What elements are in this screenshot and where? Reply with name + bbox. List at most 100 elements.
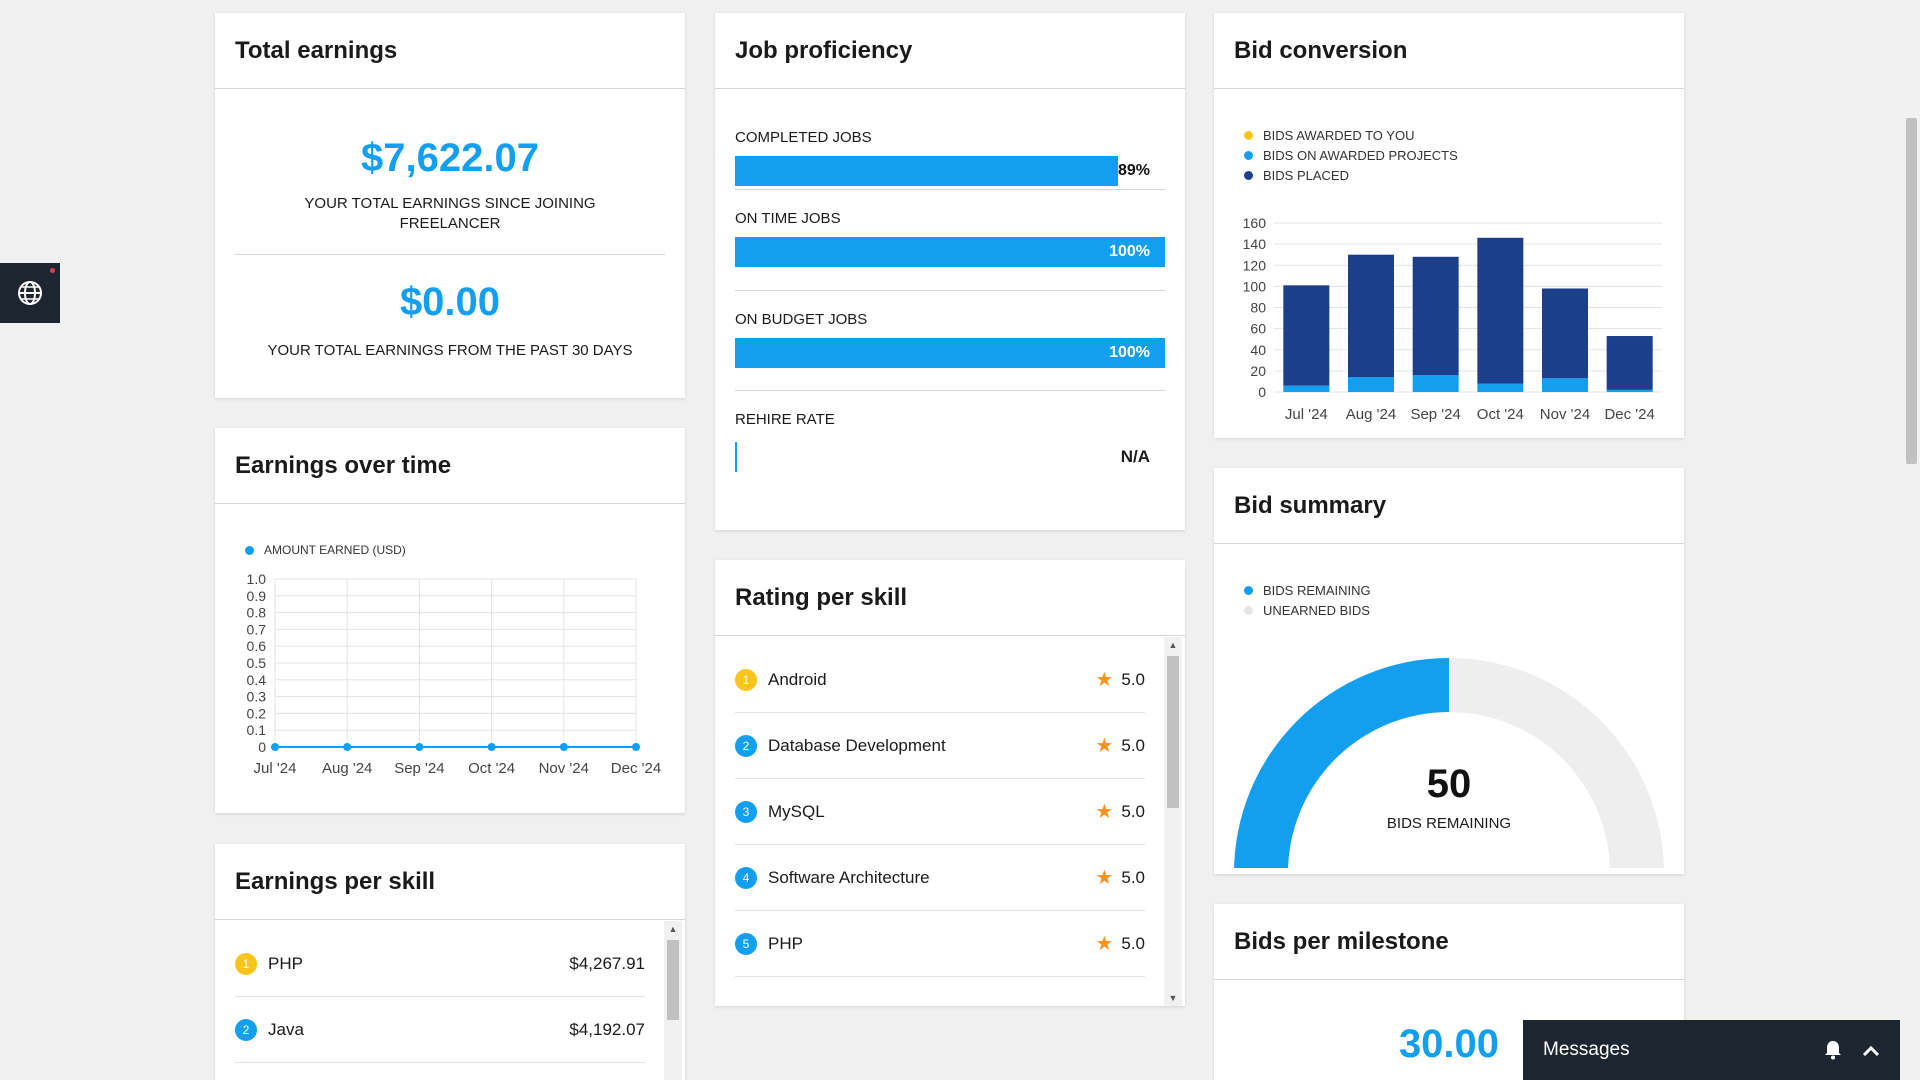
card-header: Earnings per skill [215,844,685,920]
list-scrollbar[interactable]: ▲ [664,921,682,1080]
scroll-down-arrow[interactable]: ▼ [1164,990,1182,1006]
y-tick-label: 0.1 [247,722,267,738]
legend-item: BIDS REMAINING [1244,580,1371,600]
x-tick-label: Aug '24 [322,760,372,777]
scroll-up-arrow[interactable]: ▲ [664,921,682,937]
x-tick-label: Sep '24 [1410,406,1460,423]
y-tick-label: 80 [1250,300,1266,316]
star-icon: ★ [1095,735,1114,757]
bar-segment [1606,389,1653,392]
earnings-per-skill-card: Earnings per skill 1 PHP $4,267.91 2 Jav… [215,844,685,1080]
star-icon: ★ [1095,801,1114,823]
card-title: Bid summary [1234,491,1387,519]
bar-segment [1283,385,1330,392]
card-title: Earnings per skill [235,867,436,895]
legend-marker [245,545,254,555]
bid-summary-card: Bid summary BIDS REMAINING UNEARNED BIDS… [1214,468,1684,874]
data-point [271,743,279,751]
y-tick-label: 0.8 [247,605,267,621]
x-tick-label: Jul '24 [1285,406,1328,423]
rank-badge: 2 [235,1018,257,1041]
globe-icon [16,279,44,307]
list-scrollbar[interactable]: ▲ ▼ [1164,637,1182,1006]
stat-label: ON BUDGET JOBS [735,311,868,328]
bell-icon[interactable] [1824,1040,1842,1060]
x-tick-label: Dec '24 [1604,406,1654,423]
skill-rating: 5.0 [1121,735,1145,755]
stat-label: COMPLETED JOBS [735,129,872,146]
legend-item: BIDS ON AWARDED PROJECTS [1244,145,1458,165]
progress-value: 100% [1109,344,1150,361]
scroll-thumb[interactable] [667,940,679,1020]
y-tick-label: 0.9 [247,588,267,604]
card-header: Job proficiency [715,13,1185,89]
y-tick-label: 20 [1250,363,1266,379]
messages-bar[interactable]: Messages [1523,1020,1900,1080]
earnings-skill-list: 1 PHP $4,267.91 2 Java $4,192.07 [235,931,645,1063]
card-header: Earnings over time [215,428,685,504]
bid-conversion-card: Bid conversion BIDS AWARDED TO YOU BIDS … [1214,13,1684,438]
earnings-over-time-card: Earnings over time AMOUNT EARNED (USD) 0… [215,428,685,813]
page-scroll-thumb[interactable] [1906,118,1917,464]
star-icon: ★ [1095,669,1114,691]
skill-name: Android [768,669,827,689]
page-scrollbar[interactable] [1903,0,1920,1080]
total-earnings-caption: YOUR TOTAL EARNINGS SINCE JOINING FREELA… [215,194,685,234]
scroll-thumb[interactable] [1167,656,1179,808]
y-tick-label: 40 [1250,342,1266,358]
recent-earnings-amount: $0.00 [399,280,501,324]
earnings-line-chart: 00.10.20.30.40.50.60.70.80.91.0 Jul '24 Au… [247,571,662,777]
bar-segment [1412,375,1459,392]
y-tick-label: 0 [1258,384,1266,400]
list-item: 1 Android ★ 5.0 [735,647,1145,713]
x-tick-label: Sep '24 [394,760,444,777]
skill-name: Java [268,1019,304,1039]
total-earnings-amount: $7,622.07 [361,136,539,180]
rank-badge: 5 [735,932,757,955]
list-item: 2 Java $4,192.07 [235,997,645,1063]
legend-label: BIDS PLACED [1263,167,1349,183]
skill-amount: $4,192.07 [569,1019,645,1039]
language-widget[interactable] [0,263,60,323]
legend-marker [1244,130,1253,140]
y-tick-label: 60 [1250,321,1266,337]
card-title: Rating per skill [735,583,908,611]
card-title: Total earnings [235,36,398,64]
skill-amount: $4,267.91 [569,953,645,973]
x-tick-label: Dec '24 [611,760,661,777]
card-title: Bid conversion [1234,36,1408,64]
legend-item: BIDS PLACED [1244,165,1458,185]
x-tick-label: Oct '24 [468,760,515,777]
card-header: Bid conversion [1214,13,1684,89]
skill-rating: 5.0 [1121,801,1145,821]
y-tick-label: 0.4 [247,672,267,688]
y-tick-label: 0.6 [247,638,267,654]
chevron-up-icon[interactable] [1862,1044,1880,1057]
card-title: Job proficiency [735,36,913,64]
chart-legend: BIDS AWARDED TO YOU BIDS ON AWARDED PROJ… [1244,125,1458,185]
y-tick-label: 140 [1243,236,1267,252]
list-item: 4 Software Architecture ★ 5.0 [735,845,1145,911]
skill-name: MySQL [768,801,825,821]
bar-segment [1348,377,1394,392]
y-tick-label: 120 [1243,257,1267,273]
proficiency-item: ON BUDGET JOBS 100% [735,291,1165,391]
data-point [487,743,496,751]
skill-name: Software Architecture [768,867,930,887]
skill-name: Database Development [768,735,946,755]
data-point [343,743,352,751]
bar-segment [1283,285,1330,386]
stat-label: ON TIME JOBS [735,210,841,227]
bar-segment [1542,288,1588,379]
bid-conversion-bar-chart: 0 20 40 60 80 100 120 140 160 Jul '24 Aug '24 Sep '… [1243,215,1662,423]
data-point [415,743,424,751]
scroll-up-arrow[interactable]: ▲ [1164,637,1182,653]
card-title: Earnings over time [235,451,452,479]
progress-fill [735,237,1165,267]
recent-earnings-caption: YOUR TOTAL EARNINGS FROM THE PAST 30 DAY… [267,342,633,359]
y-tick-label: 160 [1243,215,1267,231]
legend-item: UNEARNED BIDS [1244,600,1371,620]
bar-segment [1348,254,1394,378]
rehire-bar [735,442,737,472]
progress-value: 100% [1109,243,1150,260]
